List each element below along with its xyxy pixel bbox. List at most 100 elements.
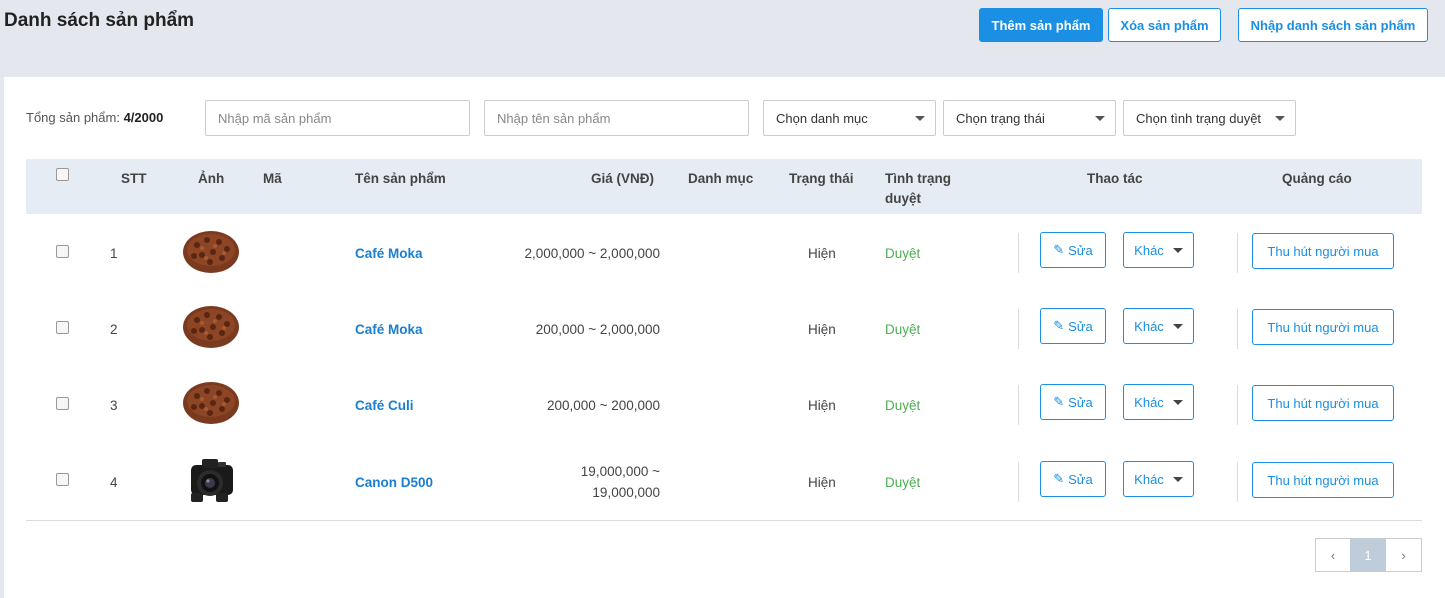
product-code-input[interactable] [205,100,470,136]
table-bottom-divider [26,520,1422,521]
col-review-line2: duyệt [885,191,922,206]
category-select-label: Chọn danh mục [776,110,868,126]
chevron-down-icon [1172,323,1183,329]
attract-buyers-button[interactable]: Thu hút người mua [1252,309,1394,345]
review-select[interactable]: Chọn tình trạng duyệt [1123,100,1296,136]
more-label: Khác [1134,471,1164,487]
table-row: 1 Café Moka 2,000,000 ~ 2,000,000 Hiện D… [26,215,1422,291]
camera-icon [188,453,236,508]
row-price: 2,000,000 ~ 2,000,000 [524,246,660,261]
edit-label: Sửa [1068,471,1093,487]
col-name: Tên sản phẩm [355,171,446,186]
row-checkbox[interactable] [56,321,69,334]
attract-buyers-button[interactable]: Thu hút người mua [1252,233,1394,269]
attract-buyers-button[interactable]: Thu hút người mua [1252,462,1394,498]
divider [1018,385,1019,425]
import-products-button[interactable]: Nhập danh sách sản phẩm [1238,8,1428,42]
row-status: Hiện [808,246,836,261]
product-total: Tổng sản phẩm: 4/2000 [26,110,163,125]
row-review: Duyệt [885,398,921,413]
product-name-link[interactable]: Café Culi [355,398,414,413]
edit-button[interactable]: ✎ Sửa [1040,232,1106,268]
col-status: Trạng thái [789,171,854,186]
edit-button[interactable]: ✎ Sửa [1040,384,1106,420]
edit-label: Sửa [1068,394,1093,410]
edit-button[interactable]: ✎ Sửa [1040,461,1106,497]
pencil-icon: ✎ [1053,471,1065,486]
pagination-prev-button[interactable]: ‹ [1315,538,1351,572]
col-category: Danh mục [688,171,754,186]
add-product-button[interactable]: Thêm sản phẩm [979,8,1103,42]
row-status: Hiện [808,398,836,413]
row-checkbox[interactable] [56,473,69,486]
status-select-label: Chọn trạng thái [956,110,1045,126]
table-row: 3 Café Culi 200,000 ~ 200,000 Hiện Duyệt… [26,368,1422,444]
row-price: 200,000 ~ 200,000 [547,398,660,413]
more-button[interactable]: Khác [1123,461,1194,497]
product-name-link[interactable]: Café Moka [355,246,423,261]
edit-label: Sửa [1068,242,1093,258]
chevron-down-icon [1095,116,1105,121]
more-button[interactable]: Khác [1123,308,1194,344]
row-status: Hiện [808,322,836,337]
coffee-beans-icon [182,381,240,428]
divider [1018,462,1019,502]
divider [1237,462,1238,502]
more-button[interactable]: Khác [1123,384,1194,420]
chevron-down-icon [915,116,925,121]
product-panel: Tổng sản phẩm: 4/2000 Chọn danh mục Chọn… [4,77,1445,598]
coffee-beans-icon [182,305,240,352]
page-header: Danh sách sản phẩm Thêm sản phẩm Xóa sản… [0,0,1445,77]
edit-label: Sửa [1068,318,1093,334]
row-checkbox[interactable] [56,245,69,258]
row-stt: 4 [110,475,118,490]
select-all-checkbox[interactable] [56,168,69,181]
pencil-icon: ✎ [1053,318,1065,333]
table-row: 2 Café Moka 200,000 ~ 2,000,000 Hiện Duy… [26,292,1422,368]
divider [1237,233,1238,273]
more-label: Khác [1134,242,1164,258]
attract-buyers-button[interactable]: Thu hút người mua [1252,385,1394,421]
more-button[interactable]: Khác [1123,232,1194,268]
pencil-icon: ✎ [1053,242,1065,257]
chevron-left-icon: ‹ [1330,547,1336,563]
chevron-down-icon [1172,247,1183,253]
coffee-beans-icon [182,230,240,277]
col-stt: STT [121,171,147,186]
edit-button[interactable]: ✎ Sửa [1040,308,1106,344]
pagination-next-button[interactable]: › [1385,538,1422,572]
divider [1018,233,1019,273]
row-status: Hiện [808,475,836,490]
row-checkbox[interactable] [56,397,69,410]
row-review: Duyệt [885,246,921,261]
table-row: 4 Canon D500 19,000,000 ~ 19,000,000 Hiệ… [26,444,1422,520]
row-stt: 1 [110,246,118,261]
row-review: Duyệt [885,475,921,490]
review-select-label: Chọn tình trạng duyệt [1136,110,1262,126]
col-code: Mã [263,171,282,186]
page-title: Danh sách sản phẩm [4,10,195,31]
more-label: Khác [1134,394,1164,410]
row-price: 19,000,000 ~ [580,464,660,479]
total-label: Tổng sản phẩm: [26,110,120,125]
product-name-link[interactable]: Canon D500 [355,475,433,490]
divider [1237,385,1238,425]
col-ads: Quảng cáo [1282,171,1352,186]
pencil-icon: ✎ [1053,394,1065,409]
row-price: 200,000 ~ 2,000,000 [535,322,660,337]
row-review: Duyệt [885,322,921,337]
col-review: Tình trạng duyệt [885,169,951,209]
product-name-input[interactable] [484,100,749,136]
product-name-link[interactable]: Café Moka [355,322,423,337]
pagination-page-1[interactable]: 1 [1350,538,1386,572]
category-select[interactable]: Chọn danh mục [763,100,936,136]
chevron-right-icon: › [1401,547,1406,563]
chevron-down-icon [1172,399,1183,405]
row-stt: 2 [110,322,118,337]
row-price-line2: 19,000,000 [592,485,660,500]
status-select[interactable]: Chọn trạng thái [943,100,1116,136]
col-review-line1: Tình trạng [885,171,951,186]
row-stt: 3 [110,398,118,413]
col-price: Giá (VNĐ) [591,171,655,186]
delete-product-button[interactable]: Xóa sản phẩm [1108,8,1221,42]
